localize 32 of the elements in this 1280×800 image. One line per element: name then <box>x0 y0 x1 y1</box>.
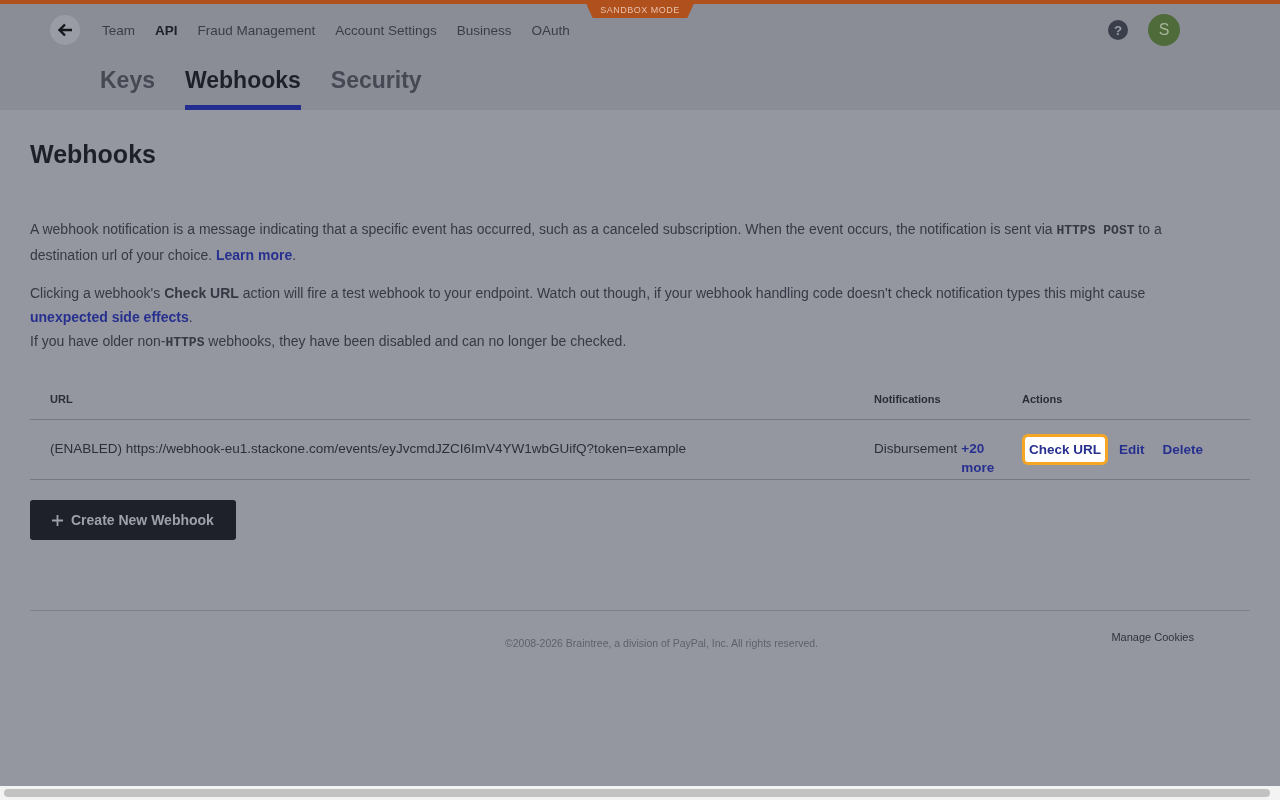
nav-link[interactable]: OAuth <box>531 22 570 38</box>
column-header: Actions <box>1022 393 1064 405</box>
plus-icon <box>52 514 63 526</box>
text-link[interactable]: unexpected side effects <box>30 309 189 325</box>
nav-link[interactable]: Account Settings <box>335 22 437 38</box>
text-link[interactable]: Learn more <box>216 247 293 263</box>
action-link[interactable]: Edit <box>1112 434 1152 465</box>
tab[interactable]: Webhooks <box>185 56 301 110</box>
more-link[interactable]: +20 more <box>961 439 998 477</box>
nav-link[interactable]: API <box>155 22 178 38</box>
webhook-url: (ENABLED) https://webhook-eu1.stackone.com/events/eyJvcmdJZCI6ImV4YW1wbGUifQ?token=example <box>50 440 687 456</box>
description-text: Clicking a webhook's Check URL action will fire a test webhook to your endpoint. Watch out though, if your webhook handling code doesn't check notification types this might cause unexpected side effects. If you have older non-HTTPS webhooks, they have been disabled and can no longer be checked. <box>30 284 1147 352</box>
back-arrow-icon <box>57 23 73 37</box>
back-button[interactable] <box>50 15 80 45</box>
description-text: A webhook notification is a message indicating that a specific event has occurred, such as a canceled subscription. When the event occurs, the notification is sent via HTTPS POST to a destination url of your choice. Learn more. <box>30 220 1163 265</box>
help-icon[interactable]: ? <box>1108 20 1128 40</box>
create-webhook-button[interactable]: Create New Webhook <box>30 500 236 540</box>
action-link[interactable]: Check URL <box>1022 434 1108 465</box>
sandbox-badge: SANDBOX MODE <box>586 4 694 18</box>
tab[interactable]: Keys <box>100 56 155 110</box>
nav-link[interactable]: Team <box>102 22 135 38</box>
column-header: Notifications <box>874 393 942 405</box>
tab[interactable]: Security <box>330 56 422 110</box>
user-avatar[interactable]: S <box>1148 14 1180 46</box>
column-header: URL <box>50 393 74 405</box>
nav-link[interactable]: Fraud Management <box>197 22 316 38</box>
page-title: Webhooks <box>30 140 157 169</box>
manage-cookies-link[interactable]: Manage Cookies <box>1111 631 1194 649</box>
notification-type: Disbursement <box>874 441 958 458</box>
action-link[interactable]: Delete <box>1155 434 1211 465</box>
horizontal-scrollbar[interactable] <box>0 786 1280 800</box>
nav-link[interactable]: Business <box>456 22 512 38</box>
